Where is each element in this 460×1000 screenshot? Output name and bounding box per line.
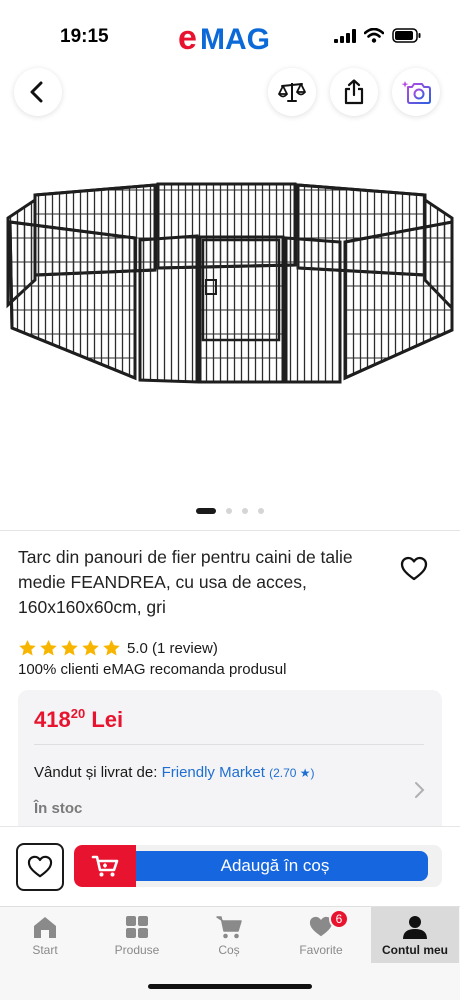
seller-label: Vândut și livrat de: — [34, 764, 162, 781]
tab-label: Contul meu — [382, 942, 448, 957]
home-icon — [34, 916, 56, 938]
divider — [0, 530, 460, 531]
rating-stars — [18, 639, 121, 657]
compare-icon — [278, 83, 306, 102]
add-to-favorites-button[interactable] — [16, 843, 64, 891]
star-icon — [19, 639, 36, 656]
svg-text:MAG: MAG — [200, 23, 270, 56]
tab-label: Favorite — [299, 942, 343, 957]
rating-text: 5.0 (1 review) — [127, 639, 218, 657]
grid-icon — [126, 915, 148, 938]
product-image-gallery[interactable] — [0, 130, 460, 500]
status-bar: 19:15 e MAG — [0, 0, 460, 76]
star-icon — [40, 639, 57, 656]
seller-link[interactable]: Friendly Market — [162, 764, 265, 781]
signal-icon — [334, 28, 356, 43]
cart-icon — [91, 855, 119, 877]
heart-icon — [400, 556, 428, 581]
favorites-count-badge: 6 — [329, 909, 349, 929]
dog-playpen-image — [6, 182, 454, 384]
star-icon — [82, 639, 99, 656]
gallery-pagination[interactable] — [0, 508, 460, 514]
svg-text:e: e — [178, 20, 197, 56]
heart-icon — [27, 855, 53, 878]
cart-badge — [74, 845, 136, 887]
gallery-dot[interactable] — [226, 508, 232, 514]
user-icon — [403, 915, 427, 939]
battery-icon — [392, 28, 421, 43]
wifi-icon — [364, 28, 384, 43]
star-icon — [61, 639, 78, 656]
star-icon — [103, 639, 120, 656]
price-integer: 418 — [34, 707, 71, 732]
product-rating[interactable]: 5.0 (1 review) — [18, 639, 218, 657]
recommend-text: 100% clienti eMAG recomanda produsul — [18, 661, 287, 678]
purchase-bar: Adaugă în coș — [0, 826, 460, 906]
price-currency: Lei — [91, 707, 124, 732]
gallery-dot[interactable] — [242, 508, 248, 514]
compare-button[interactable] — [268, 68, 316, 116]
product-title: Tarc din panouri de fier pentru caini de… — [18, 547, 353, 617]
tab-cos[interactable]: Coș — [185, 907, 273, 963]
camera-search-icon — [401, 81, 431, 104]
back-button[interactable] — [14, 68, 62, 116]
gallery-dot[interactable] — [258, 508, 264, 514]
favorite-toggle[interactable] — [400, 556, 428, 587]
tab-label: Coș — [218, 942, 240, 957]
cart-icon — [216, 915, 242, 938]
share-icon — [344, 79, 364, 105]
emag-logo: e MAG — [178, 20, 270, 56]
price-decimals: 20 — [70, 706, 86, 721]
tab-label: Produse — [114, 942, 160, 957]
price: 41820 Lei — [34, 706, 123, 733]
add-to-cart-label: Adaugă în coș — [122, 851, 428, 881]
camera-search-button[interactable] — [392, 68, 440, 116]
seller-score: (2.70 ★) — [269, 766, 315, 780]
stock-status: În stoc — [34, 800, 83, 817]
chevron-right-icon[interactable] — [414, 781, 426, 799]
card-divider — [34, 744, 424, 745]
tab-label: Start — [32, 942, 58, 957]
back-icon — [30, 81, 43, 103]
seller-info[interactable]: Vândut și livrat de: Friendly Market (2.… — [34, 764, 315, 781]
share-button[interactable] — [330, 68, 378, 116]
tab-favorite[interactable]: Favorite 6 — [277, 907, 365, 963]
home-indicator — [148, 984, 312, 989]
tab-contul-meu[interactable]: Contul meu — [371, 907, 459, 963]
add-to-cart-button[interactable]: Adaugă în coș — [74, 845, 442, 887]
offer-card: 41820 Lei Vândut și livrat de: Friendly … — [18, 690, 442, 840]
tab-start[interactable]: Start — [1, 907, 89, 963]
clock: 19:15 — [60, 26, 109, 47]
gallery-dot[interactable] — [196, 508, 216, 514]
tab-produse[interactable]: Produse — [93, 907, 181, 963]
